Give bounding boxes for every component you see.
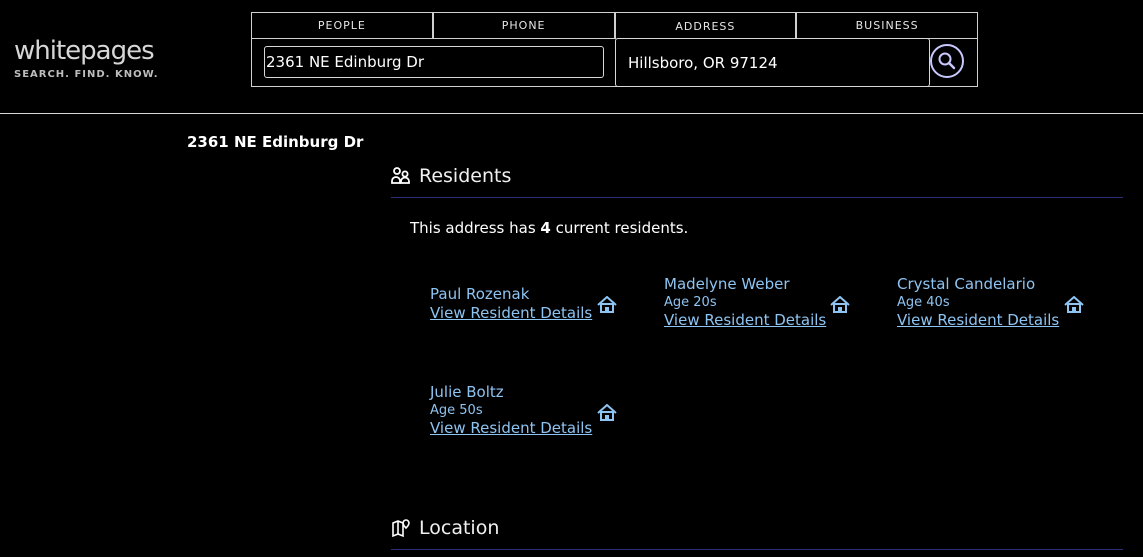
location-heading: Location — [391, 517, 499, 539]
view-resident-details-link[interactable]: View Resident Details — [664, 311, 826, 329]
location-heading-text: Location — [419, 517, 500, 539]
tab-people[interactable]: PEOPLE — [251, 12, 433, 39]
map-pin-icon — [392, 519, 410, 538]
resident-card: Madelyne Weber Age 20s View Resident Det… — [664, 275, 826, 329]
page-title: 2361 NE Edinburg Dr — [187, 133, 364, 151]
logo-tagline: SEARCH. FIND. KNOW. — [14, 69, 159, 80]
resident-card: Julie Boltz Age 50s View Resident Detail… — [430, 383, 592, 437]
resident-age: Age 40s — [897, 295, 950, 310]
search-panel: PEOPLE PHONE ADDRESS BUSINESS — [251, 12, 978, 87]
resident-count: 4 — [540, 219, 551, 237]
tab-business[interactable]: BUSINESS — [796, 12, 978, 39]
resident-name: Madelyne Weber — [664, 275, 790, 293]
search-inputs — [251, 38, 978, 87]
tab-address[interactable]: ADDRESS — [614, 12, 797, 39]
view-resident-details-link[interactable]: View Resident Details — [430, 419, 592, 437]
search-tabs: PEOPLE PHONE ADDRESS BUSINESS — [251, 12, 978, 39]
view-resident-details-link[interactable]: View Resident Details — [430, 304, 592, 322]
residents-icon — [391, 167, 410, 184]
house-icon[interactable] — [597, 404, 617, 422]
residents-heading-text: Residents — [419, 165, 512, 187]
resident-name: Paul Rozenak — [430, 285, 530, 303]
house-icon[interactable] — [597, 296, 617, 314]
intro-suffix: current residents. — [555, 219, 689, 237]
search-icon — [938, 52, 956, 70]
whitepages-logo[interactable]: whitepages SEARCH. FIND. KNOW. — [14, 36, 159, 80]
residents-intro: This address has 4 current residents. — [410, 219, 688, 237]
residents-heading: Residents — [391, 165, 511, 187]
resident-age: Age 50s — [430, 403, 483, 418]
resident-age: Age 20s — [664, 295, 717, 310]
tab-phone[interactable]: PHONE — [432, 12, 615, 39]
logo-wordmark: whitepages — [14, 36, 155, 66]
view-resident-details-link[interactable]: View Resident Details — [897, 311, 1059, 329]
intro-prefix: This address has — [410, 219, 536, 237]
resident-name: Crystal Candelario — [897, 275, 1036, 293]
resident-name: Julie Boltz — [430, 383, 504, 401]
street-address-input[interactable] — [264, 46, 604, 78]
residents-rule — [391, 197, 1123, 198]
house-icon[interactable] — [1064, 296, 1084, 314]
header-divider — [0, 113, 1143, 114]
resident-card: Paul Rozenak View Resident Details — [430, 285, 592, 322]
city-state-zip-input[interactable] — [615, 38, 930, 87]
resident-card: Crystal Candelario Age 40s View Resident… — [897, 275, 1059, 329]
location-rule — [391, 549, 1123, 550]
house-icon[interactable] — [830, 296, 850, 314]
search-button[interactable] — [930, 44, 964, 78]
